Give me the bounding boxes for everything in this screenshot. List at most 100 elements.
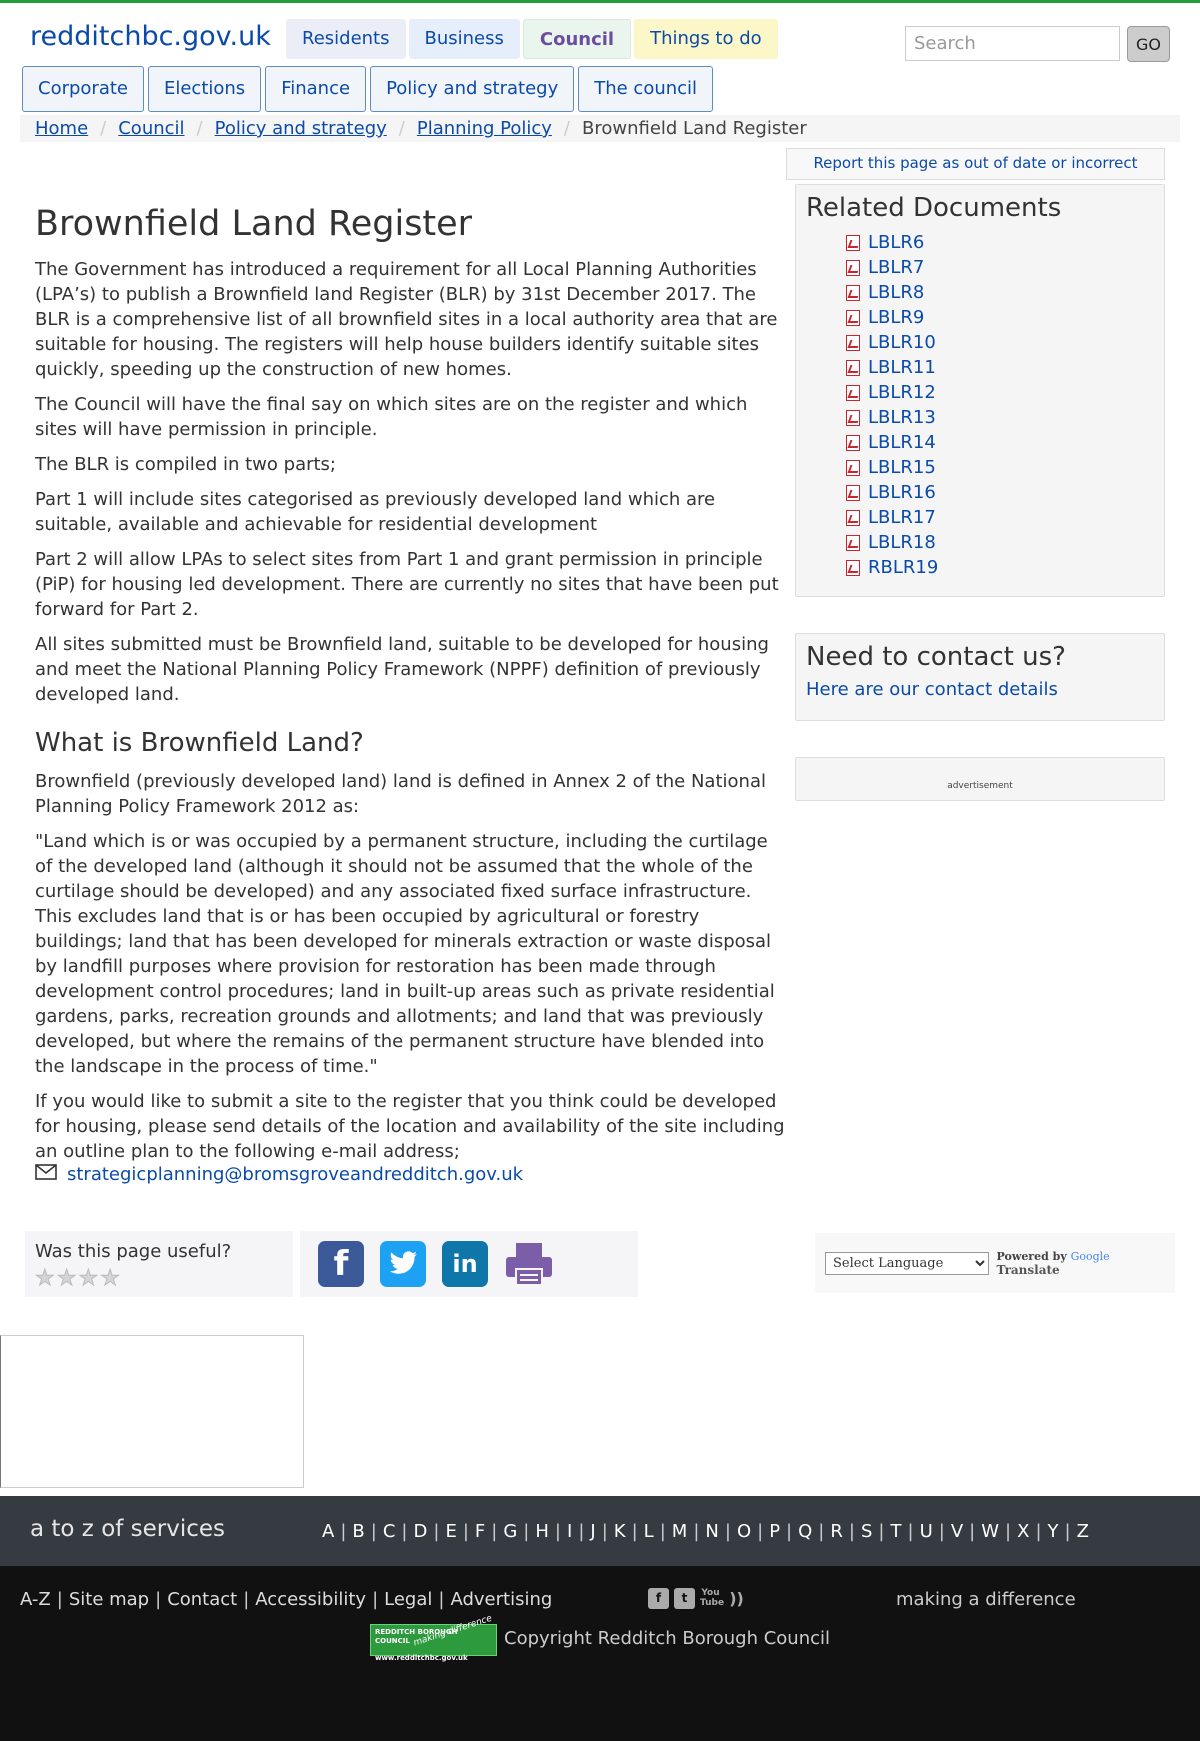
footer-link[interactable]: A-Z	[20, 1589, 51, 1610]
related-document-item: LBLR16	[846, 480, 1154, 505]
translate-text: Translate	[996, 1262, 1060, 1277]
a-to-z-letter-e[interactable]: E	[445, 1521, 456, 1542]
tab-business[interactable]: Business	[408, 19, 520, 59]
related-document-link[interactable]: LBLR8	[868, 282, 924, 303]
related-document-link[interactable]: LBLR14	[868, 432, 936, 453]
top-nav: Residents Business Council Things to do	[286, 19, 781, 59]
a-to-z-letter-n[interactable]: N	[705, 1521, 718, 1542]
a-to-z-letter-p[interactable]: P	[769, 1521, 780, 1542]
a-to-z-letter-f[interactable]: F	[475, 1521, 485, 1542]
a-to-z-letter-t[interactable]: T	[890, 1521, 901, 1542]
contact-details-link[interactable]: Here are our contact details	[806, 679, 1058, 700]
rss-icon[interactable]: ))	[726, 1588, 747, 1609]
breadcrumb-planning-policy[interactable]: Planning Policy	[417, 115, 552, 142]
a-to-z-letter-m[interactable]: M	[672, 1521, 688, 1542]
twitter-icon[interactable]: t	[674, 1588, 695, 1609]
a-to-z-letter-y[interactable]: Y	[1048, 1521, 1059, 1542]
star-icon[interactable]: ★	[100, 1267, 121, 1290]
related-document-item: LBLR17	[846, 505, 1154, 530]
print-icon[interactable]	[504, 1241, 554, 1287]
breadcrumb-policy-and-strategy[interactable]: Policy and strategy	[215, 115, 387, 142]
a-to-z-letter-d[interactable]: D	[414, 1521, 428, 1542]
related-documents-title: Related Documents	[806, 193, 1062, 223]
a-to-z-letter-z[interactable]: Z	[1077, 1521, 1089, 1542]
star-icon[interactable]: ★	[78, 1267, 99, 1290]
a-to-z-letter-i[interactable]: I	[567, 1521, 572, 1542]
related-document-link[interactable]: LBLR16	[868, 482, 936, 503]
facebook-icon[interactable]: f	[648, 1588, 669, 1609]
sub-nav-the-council[interactable]: The council	[578, 66, 714, 112]
a-to-z-letter-c[interactable]: C	[383, 1521, 396, 1542]
a-to-z-separator: |	[848, 1521, 855, 1542]
pdf-icon	[846, 259, 860, 276]
a-to-z-separator: |	[554, 1521, 561, 1542]
footer-link[interactable]: Advertising	[450, 1589, 552, 1610]
related-document-link[interactable]: LBLR7	[868, 257, 924, 278]
footer-link[interactable]: Site map	[69, 1589, 149, 1610]
footer-link[interactable]: Legal	[384, 1589, 432, 1610]
a-to-z-letter-k[interactable]: K	[614, 1521, 626, 1542]
a-to-z-separator: |	[757, 1521, 764, 1542]
a-to-z-separator: |	[1064, 1521, 1071, 1542]
footer-link[interactable]: Contact	[167, 1589, 237, 1610]
youtube-icon[interactable]: You Tube	[700, 1588, 724, 1609]
breadcrumb-council[interactable]: Council	[118, 115, 184, 142]
related-document-link[interactable]: LBLR15	[868, 457, 936, 478]
search-go-button[interactable]: GO	[1127, 26, 1170, 62]
sub-nav-finance[interactable]: Finance	[265, 66, 367, 112]
footer: A-Z | Site map | Contact | Accessibility | Legal…	[0, 1566, 1200, 1741]
footer-link[interactable]: Accessibility	[255, 1589, 366, 1610]
a-to-z-letter-w[interactable]: W	[981, 1521, 999, 1542]
breadcrumb-separator: /	[196, 118, 203, 139]
email-line: strategicplanning@bromsgroveandredditch.…	[35, 1162, 787, 1187]
report-page-link[interactable]: Report this page as out of date or incor…	[813, 154, 1137, 172]
star-icon[interactable]: ★	[35, 1267, 56, 1290]
site-name-link[interactable]: redditchbc.gov.uk	[30, 21, 271, 52]
related-document-link[interactable]: LBLR9	[868, 307, 924, 328]
email-link[interactable]: strategicplanning@bromsgroveandredditch.…	[67, 1162, 523, 1187]
related-document-link[interactable]: LBLR12	[868, 382, 936, 403]
a-to-z-letter-o[interactable]: O	[737, 1521, 751, 1542]
facebook-icon[interactable]: f	[318, 1241, 364, 1287]
related-document-link[interactable]: RBLR19	[868, 557, 938, 578]
sub-nav-elections[interactable]: Elections	[147, 66, 262, 112]
search-input[interactable]	[905, 26, 1120, 61]
a-to-z-letter-b[interactable]: B	[352, 1521, 364, 1542]
related-document-link[interactable]: LBLR10	[868, 332, 936, 353]
a-to-z-letter-r[interactable]: R	[830, 1521, 843, 1542]
a-to-z-letter-v[interactable]: V	[951, 1521, 963, 1542]
a-to-z-letter-j[interactable]: J	[590, 1521, 595, 1542]
breadcrumb: Home / Council / Policy and strategy / P…	[20, 115, 1180, 142]
advertisement-box: advertisement	[795, 757, 1165, 801]
a-to-z-letter-l[interactable]: L	[644, 1521, 654, 1542]
tab-residents[interactable]: Residents	[286, 19, 406, 59]
a-to-z-separator: |	[601, 1521, 608, 1542]
a-to-z-letter-u[interactable]: U	[920, 1521, 933, 1542]
related-document-link[interactable]: LBLR11	[868, 357, 936, 378]
contact-title: Need to contact us?	[806, 642, 1066, 672]
paragraph: The Council will have the final say on w…	[35, 394, 748, 440]
related-document-link[interactable]: LBLR6	[868, 232, 924, 253]
quote-paragraph: "Land which is or was occupied by a perm…	[35, 831, 775, 1077]
a-to-z-letter-s[interactable]: S	[861, 1521, 872, 1542]
tab-things-to-do[interactable]: Things to do	[634, 19, 778, 59]
related-document-link[interactable]: LBLR17	[868, 507, 936, 528]
social-share-bar: f in	[300, 1231, 638, 1297]
tab-council[interactable]: Council	[522, 19, 632, 59]
breadcrumb-home[interactable]: Home	[35, 115, 88, 142]
sub-nav-corporate[interactable]: Corporate	[22, 66, 144, 112]
star-icon[interactable]: ★	[56, 1267, 77, 1290]
related-document-link[interactable]: LBLR13	[868, 407, 936, 428]
a-to-z-letter-q[interactable]: Q	[798, 1521, 812, 1542]
sub-nav-policy-and-strategy[interactable]: Policy and strategy	[370, 66, 575, 112]
a-to-z-letter-g[interactable]: G	[503, 1521, 517, 1542]
powered-by-text: Powered by	[996, 1249, 1067, 1263]
a-to-z-letter-h[interactable]: H	[535, 1521, 549, 1542]
language-select[interactable]: Select Language	[825, 1251, 989, 1275]
related-document-link[interactable]: LBLR18	[868, 532, 936, 553]
a-to-z-letter-a[interactable]: A	[322, 1521, 334, 1542]
twitter-icon[interactable]	[380, 1241, 426, 1287]
linkedin-icon[interactable]: in	[442, 1241, 488, 1287]
pdf-icon	[846, 559, 860, 576]
a-to-z-letter-x[interactable]: X	[1017, 1521, 1029, 1542]
